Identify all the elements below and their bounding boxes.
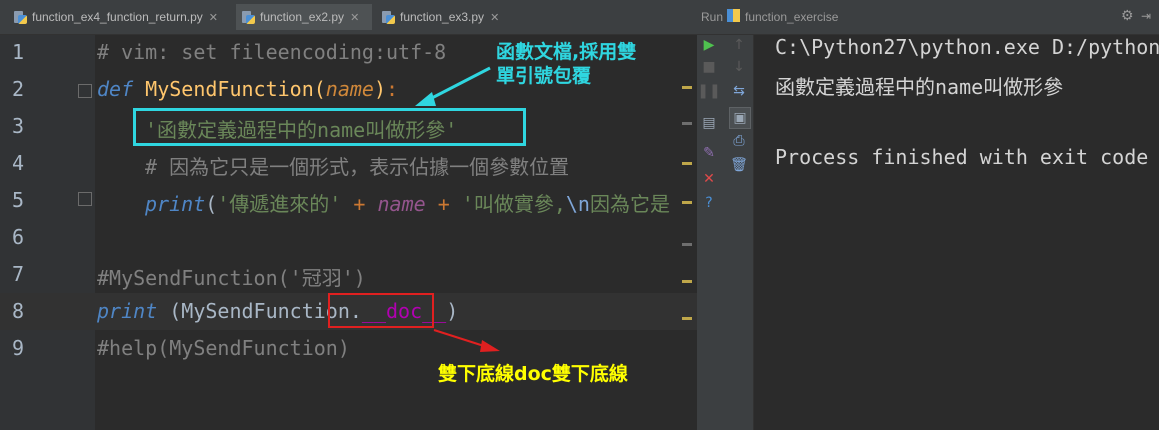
- close-icon[interactable]: ✕: [350, 11, 359, 24]
- operator: +: [341, 192, 378, 216]
- tab-label: function_ex3.py: [400, 10, 485, 24]
- tab-function-ex3[interactable]: function_ex3.py ✕: [376, 4, 508, 30]
- keyword-def: def: [97, 77, 134, 101]
- console-output-line: C:\Python27\python.exe D:/python: [775, 35, 1159, 59]
- line-number: 7: [12, 262, 25, 286]
- run-config-name: function_exercise: [745, 10, 839, 24]
- tab-label: function_ex4_function_return.py: [32, 10, 203, 24]
- line-number: 5: [12, 188, 25, 212]
- console-output-line: Process finished with exit code: [775, 145, 1149, 169]
- run-header: Run function_exercise ⚙ ⇥: [697, 0, 1159, 35]
- string-literal: '傳遞進來的': [217, 192, 342, 216]
- docstring-highlight-box: [133, 108, 526, 146]
- paren: ): [446, 299, 459, 323]
- code-line[interactable]: 6: [0, 219, 697, 256]
- code-text: #MySendFunction('冠羽'): [97, 266, 366, 290]
- python-run-config-icon: [727, 9, 740, 22]
- line-number: 1: [12, 40, 25, 64]
- help-icon[interactable]: ?: [699, 193, 719, 213]
- paren: (: [205, 192, 218, 216]
- run-tool-window: Run function_exercise ⚙ ⇥ ▶ ■ ❚❚ ▤ ✎ ✕ ?…: [697, 0, 1159, 430]
- code-text: print('傳遞進來的' + name + '叫做實參,\n因為它是: [145, 188, 670, 217]
- line-number: 8: [12, 299, 25, 323]
- python-file-icon: [14, 10, 27, 24]
- warning-marker[interactable]: [682, 243, 692, 246]
- tab-label: function_ex2.py: [260, 10, 345, 24]
- code-line[interactable]: 5 print('傳遞進來的' + name + '叫做實參,\n因為它是: [0, 182, 697, 219]
- stop-icon[interactable]: ■: [699, 57, 719, 77]
- editor-tab-bar: function_ex4_function_return.py ✕ functi…: [0, 0, 697, 35]
- python-file-icon: [382, 10, 395, 24]
- doc-annotation: 雙下底線doc雙下底線: [438, 363, 628, 385]
- trash-icon[interactable]: 🗑: [729, 155, 749, 175]
- escape-sequence: \n: [565, 192, 590, 216]
- string-literal: '叫做實參,: [461, 192, 566, 216]
- pin-icon[interactable]: ✎: [699, 143, 719, 163]
- doc-highlight-box: [328, 293, 434, 328]
- close-icon[interactable]: ✕: [209, 11, 218, 24]
- colon: :: [386, 77, 399, 101]
- fold-icon[interactable]: [78, 84, 92, 98]
- console-output-line: 函數定義過程中的name叫做形參: [775, 75, 1064, 99]
- warning-marker[interactable]: [682, 201, 692, 204]
- fold-icon[interactable]: [78, 192, 92, 206]
- function-name: MySendFunction: [145, 77, 314, 101]
- line-number: 2: [12, 77, 25, 101]
- up-arrow-icon[interactable]: ↑: [729, 35, 749, 55]
- line-number: 6: [12, 225, 25, 249]
- string-literal: 因為它是: [589, 192, 670, 216]
- code-text: #help(MySendFunction): [97, 336, 350, 360]
- operator: +: [425, 192, 462, 216]
- down-arrow-icon[interactable]: ↓: [729, 57, 749, 77]
- warning-marker[interactable]: [682, 280, 692, 283]
- code-line[interactable]: 4 # 因為它只是一個形式，表示佔據一個參數位置: [0, 145, 697, 182]
- paren: (: [313, 77, 326, 101]
- warning-marker[interactable]: [682, 162, 692, 165]
- code-editor[interactable]: function_ex4_function_return.py ✕ functi…: [0, 0, 697, 430]
- python-file-icon: [242, 10, 255, 24]
- warning-marker[interactable]: [682, 317, 692, 320]
- docstring-annotation: 函數文檔,採用雙 單引號包覆: [496, 40, 636, 88]
- annotation-line: 函數文檔,採用雙: [496, 41, 637, 63]
- close-run-icon[interactable]: ✕: [699, 169, 719, 189]
- soft-wrap-icon[interactable]: ⇆: [729, 81, 749, 101]
- line-number: 4: [12, 151, 25, 175]
- code-line[interactable]: 7 #MySendFunction('冠羽'): [0, 256, 697, 293]
- scroll-to-end-icon[interactable]: ▣: [729, 107, 751, 129]
- code-text: # vim: set fileencoding:utf-8: [97, 40, 447, 64]
- code-text: def MySendFunction(name):: [97, 77, 398, 101]
- param-name: name: [325, 77, 374, 101]
- gear-icon[interactable]: ⚙: [1121, 7, 1134, 24]
- rerun-icon[interactable]: ▶: [699, 35, 719, 55]
- close-icon[interactable]: ✕: [490, 11, 499, 24]
- tab-function-ex4[interactable]: function_ex4_function_return.py ✕: [8, 4, 232, 30]
- dump-threads-icon[interactable]: ▤: [699, 113, 719, 133]
- print-icon[interactable]: ⎙: [729, 131, 749, 151]
- run-label: Run: [701, 10, 724, 24]
- code-text: # 因為它只是一個形式，表示佔據一個參數位置: [145, 155, 570, 179]
- hide-panel-icon[interactable]: ⇥: [1141, 9, 1151, 23]
- tab-function-ex2[interactable]: function_ex2.py ✕: [236, 4, 372, 30]
- line-number: 3: [12, 114, 25, 138]
- keyword-print: print: [145, 192, 206, 216]
- run-toolbar: ▶ ■ ❚❚ ▤ ✎ ✕ ? ↑ ↓ ⇆ ▣ ⎙ 🗑: [697, 35, 754, 430]
- variable-name: name: [377, 192, 426, 216]
- annotation-line: 單引號包覆: [496, 65, 592, 87]
- keyword-print: print: [97, 299, 158, 323]
- line-number: 9: [12, 336, 25, 360]
- warning-marker[interactable]: [682, 122, 692, 125]
- pause-icon[interactable]: ❚❚: [697, 81, 720, 101]
- paren: ): [373, 77, 387, 101]
- warning-marker[interactable]: [682, 86, 692, 89]
